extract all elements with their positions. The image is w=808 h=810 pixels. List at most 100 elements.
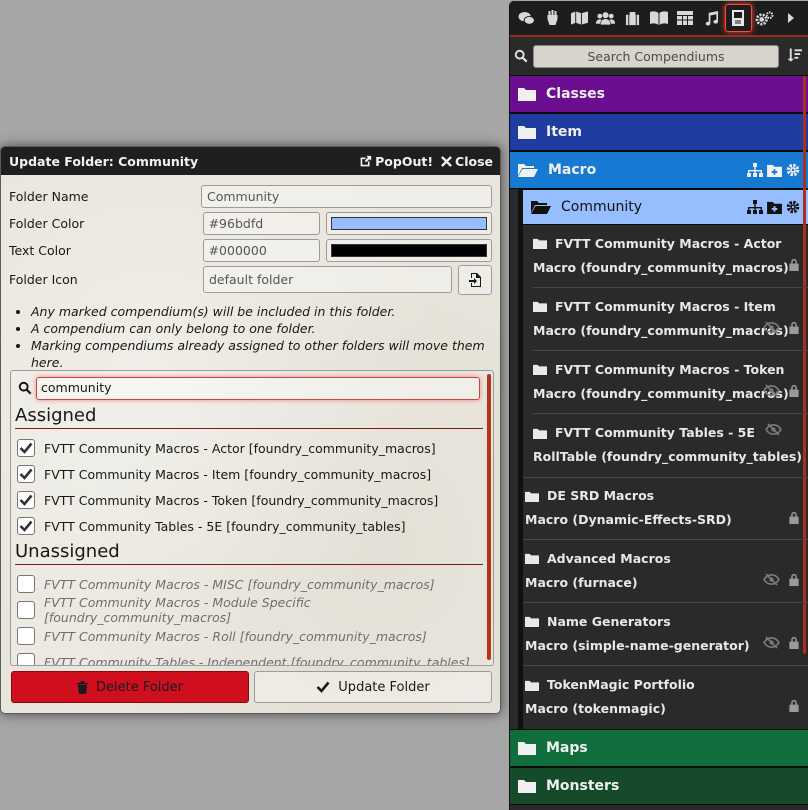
tab-chat[interactable] [513,4,540,32]
caret-right-icon [788,13,795,23]
eye-slash-icon[interactable] [763,636,780,649]
pack-subtitle: Macro (foundry_community_macros) [533,259,789,275]
tab-compendium[interactable] [725,4,752,32]
list-item[interactable]: FVTT Community Macros - Item [foundry_co… [11,461,493,487]
compendium-search-input[interactable]: community [36,376,480,400]
folder-maps[interactable]: Maps [510,729,808,767]
folder-icon [518,780,536,793]
folder-plus-icon[interactable] [767,164,782,177]
sort-button[interactable] [787,47,802,66]
folder-name-input[interactable]: Community [200,185,492,208]
check-icon [19,520,33,532]
lock-icon[interactable] [788,699,800,712]
book-open-icon [649,11,668,25]
checkbox-checked[interactable] [17,517,35,535]
checkbox-unchecked[interactable] [17,575,35,593]
checkbox-checked[interactable] [17,465,35,483]
delete-folder-label: Delete Folder [95,679,184,695]
folder-item[interactable]: Item [510,113,808,151]
pack-label: FVTT Community Macros - Module Specific … [44,595,311,625]
folder-color-input[interactable]: #96bdfd [202,212,321,235]
assigned-heading: Assigned [15,405,483,429]
folder-classes[interactable]: Classes [510,75,808,113]
eye-slash-icon[interactable] [763,573,780,586]
folder-label: Classes [546,86,606,102]
sitemap-icon[interactable] [747,200,763,214]
folder-color-row: Folder Color #96bdfd [9,210,492,237]
close-button[interactable]: Close [441,154,493,169]
cogs-icon [755,10,774,26]
folder-macro[interactable]: Macro [510,151,808,189]
checkbox-checked[interactable] [17,439,35,457]
lock-icon[interactable] [788,573,800,586]
eye-slash-icon[interactable] [763,384,780,397]
compendium-pack[interactable]: FVTT Community Macros - Actor Macro (fou… [533,225,808,288]
folder-monsters[interactable]: Monsters [510,767,808,805]
pack-subtitle: Macro (Dynamic-Effects-SRD) [525,512,732,527]
list-item[interactable]: FVTT Community Macros - Token [foundry_c… [11,487,493,513]
popout-button[interactable]: PopOut! [359,154,433,169]
tab-settings[interactable] [752,4,779,32]
lock-icon[interactable] [788,636,800,649]
folder-community[interactable]: Community [523,189,808,225]
folder-icon-input[interactable]: default folder [203,266,452,293]
list-item[interactable]: FVTT Community Macros - Roll [foundry_co… [11,623,493,649]
list-scrollbar[interactable] [487,374,491,660]
eye-slash-icon[interactable] [763,321,780,334]
compendium-pack[interactable]: DE SRD Macros Macro (Dynamic-Effects-SRD… [523,477,808,540]
checkbox-unchecked[interactable] [17,601,35,619]
folder-icon [525,680,539,691]
folder-plus-icon[interactable] [767,201,782,214]
lock-icon[interactable] [788,321,800,334]
lock-icon[interactable] [788,511,800,524]
pack-label: FVTT Community Tables - 5E [foundry_comm… [44,518,406,534]
note-item: Any marked compendium(s) will be include… [31,303,492,320]
checkbox-checked[interactable] [17,491,35,509]
delete-folder-button[interactable]: Delete Folder [11,671,249,703]
list-item[interactable]: FVTT Community Macros - Module Specific … [11,595,493,625]
sidebar-tabs [510,1,808,37]
compendium-pack[interactable]: FVTT Community Macros - Item Macro (foun… [533,288,808,351]
checkbox-unchecked[interactable] [17,627,35,645]
tab-actors[interactable] [593,4,620,32]
tab-collapse[interactable] [778,4,805,32]
folder-color-picker[interactable] [326,212,492,235]
folder-label: Maps [546,740,588,756]
update-folder-button[interactable]: Update Folder [254,671,492,703]
text-color-input[interactable]: #000000 [202,239,321,262]
folder-icon [525,491,539,502]
dialog-header[interactable]: Update Folder: Community PopOut! Close [1,147,500,175]
community-folder-wrapper: Community FVTT Community Macros - Actor … [518,189,808,477]
text-color-picker[interactable] [326,239,492,262]
list-item[interactable]: FVTT Community Macros - MISC [foundry_co… [11,571,493,597]
list-item[interactable]: FVTT Community Tables - 5E [foundry_comm… [11,513,493,539]
tab-journal[interactable] [646,4,673,32]
list-item[interactable]: FVTT Community Macros - Actor [foundry_c… [11,435,493,461]
eye-slash-icon[interactable] [765,423,782,436]
tab-tables[interactable] [672,4,699,32]
tab-scenes[interactable] [566,4,593,32]
compendium-pack[interactable]: TokenMagic Portfolio Macro (tokenmagic) [523,666,808,729]
checkbox-unchecked[interactable] [17,653,35,665]
lock-icon[interactable] [788,384,800,397]
list-item[interactable]: FVTT Community Tables - Independent [fou… [11,649,493,665]
file-picker-button[interactable] [458,264,492,295]
pack-label: FVTT Community Macros - Token [foundry_c… [44,492,439,508]
gear-icon[interactable] [786,163,800,177]
pack-label: FVTT Community Macros - Roll [foundry_co… [44,628,427,644]
compendium-pack[interactable]: Name Generators Macro (simple-name-gener… [523,603,808,666]
community-packs: FVTT Community Macros - Actor Macro (fou… [523,225,808,477]
text-color-label: Text Color [9,243,71,258]
compendium-list[interactable]: community Assigned FVTT Community Macros… [10,370,494,666]
tab-combat[interactable] [540,4,567,32]
gear-icon[interactable] [786,200,800,214]
compendium-pack[interactable]: FVTT Community Tables - 5E RollTable (fo… [533,414,808,477]
compendium-pack[interactable]: FVTT Community Macros - Token Macro (fou… [533,351,808,414]
search-icon [18,381,32,395]
tab-playlists[interactable] [699,4,726,32]
sitemap-icon[interactable] [747,163,763,177]
sidebar-search-input[interactable]: Search Compendiums [533,44,779,68]
tab-items[interactable] [619,4,646,32]
lock-icon[interactable] [788,258,800,271]
compendium-pack[interactable]: Advanced Macros Macro (furnace) [523,540,808,603]
